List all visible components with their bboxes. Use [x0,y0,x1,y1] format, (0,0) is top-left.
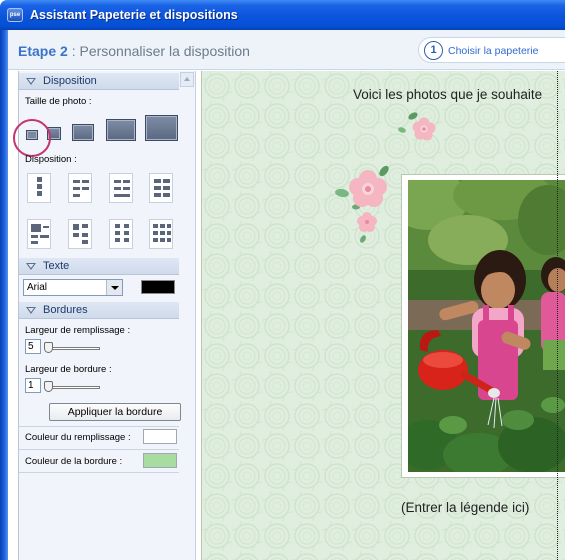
options-panel: Disposition Taille de photo : Dispositio… [13,71,196,560]
photo-size-label: Taille de photo : [25,96,92,107]
fill-width-input[interactable]: 5 [25,339,41,354]
step-number-badge: 1 [424,41,443,60]
page-edge-guide [557,71,558,560]
step-header: Etape 2 : Personnaliser la disposition 1… [8,30,565,70]
title-bar: pse Assistant Papeterie et dispositions [0,0,565,30]
step-title: Etape 2 : Personnaliser la disposition [18,43,250,59]
step-separator: : [67,43,80,59]
photo-children-gardening[interactable] [408,180,565,472]
garden-photo-image [408,180,565,472]
border-color-label: Couleur de la bordure : [25,456,123,467]
section-disposition-header[interactable]: Disposition [19,73,179,90]
photo-size-medium-button[interactable] [72,124,94,141]
text-color-swatch[interactable] [141,280,175,294]
chevron-down-icon[interactable] [106,280,122,295]
layout-option-5[interactable] [27,219,51,249]
section-disposition-label: Disposition [43,75,97,87]
divider [19,472,179,473]
selection-highlight-ring [13,119,51,157]
layout-option-1[interactable] [27,173,51,203]
slider-track [48,386,100,389]
step-nav-choose-stationery[interactable]: 1 Choisir la papeterie [418,37,565,63]
fill-width-label: Largeur de remplissage : [25,325,131,336]
apply-border-button[interactable]: Appliquer la bordure [49,403,181,421]
fill-width-slider[interactable] [44,342,104,353]
section-bordures-header[interactable]: Bordures [19,302,179,319]
divider [19,426,179,427]
step-heading: Personnaliser la disposition [79,43,250,59]
collapse-triangle-icon [26,307,36,314]
section-bordures-label: Bordures [43,304,88,316]
fill-color-swatch[interactable] [143,429,177,444]
layout-option-6[interactable] [68,219,92,249]
page-title-text[interactable]: Voici les photos que je souhaite [353,87,542,102]
slider-thumb[interactable] [44,381,53,392]
slider-thumb[interactable] [44,342,53,353]
collapse-triangle-icon [26,263,36,270]
layout-label: Disposition : [25,154,77,165]
choose-stationery-link[interactable]: Choisir la papeterie [448,45,538,57]
font-select-value: Arial [27,282,48,293]
section-texte-label: Texte [43,260,70,272]
border-width-slider[interactable] [44,381,104,392]
collapse-triangle-icon [26,78,36,85]
window-frame-left [0,30,8,560]
layout-option-2[interactable] [68,173,92,203]
border-color-swatch[interactable] [143,453,177,468]
photo-size-xlarge-button[interactable] [145,115,178,141]
layout-option-8[interactable] [149,219,173,249]
app-icon: pse [7,8,23,22]
slider-track [48,347,100,350]
border-width-input[interactable]: 1 [25,378,41,393]
caption-placeholder[interactable]: (Entrer la légende ici) [401,500,529,515]
step-label: Etape 2 [18,43,68,59]
divider [19,449,179,450]
window-title: Assistant Papeterie et dispositions [30,8,238,22]
fill-color-label: Couleur du remplissage : [25,432,131,443]
scroll-up-button[interactable] [180,72,194,87]
border-width-label: Largeur de bordure : [25,364,112,375]
layout-option-3[interactable] [109,173,133,203]
layout-option-7[interactable] [109,219,133,249]
photo-size-large-button[interactable] [106,119,136,141]
font-select[interactable]: Arial [23,279,123,296]
layout-option-4[interactable] [149,173,173,203]
section-texte-header[interactable]: Texte [19,258,179,275]
